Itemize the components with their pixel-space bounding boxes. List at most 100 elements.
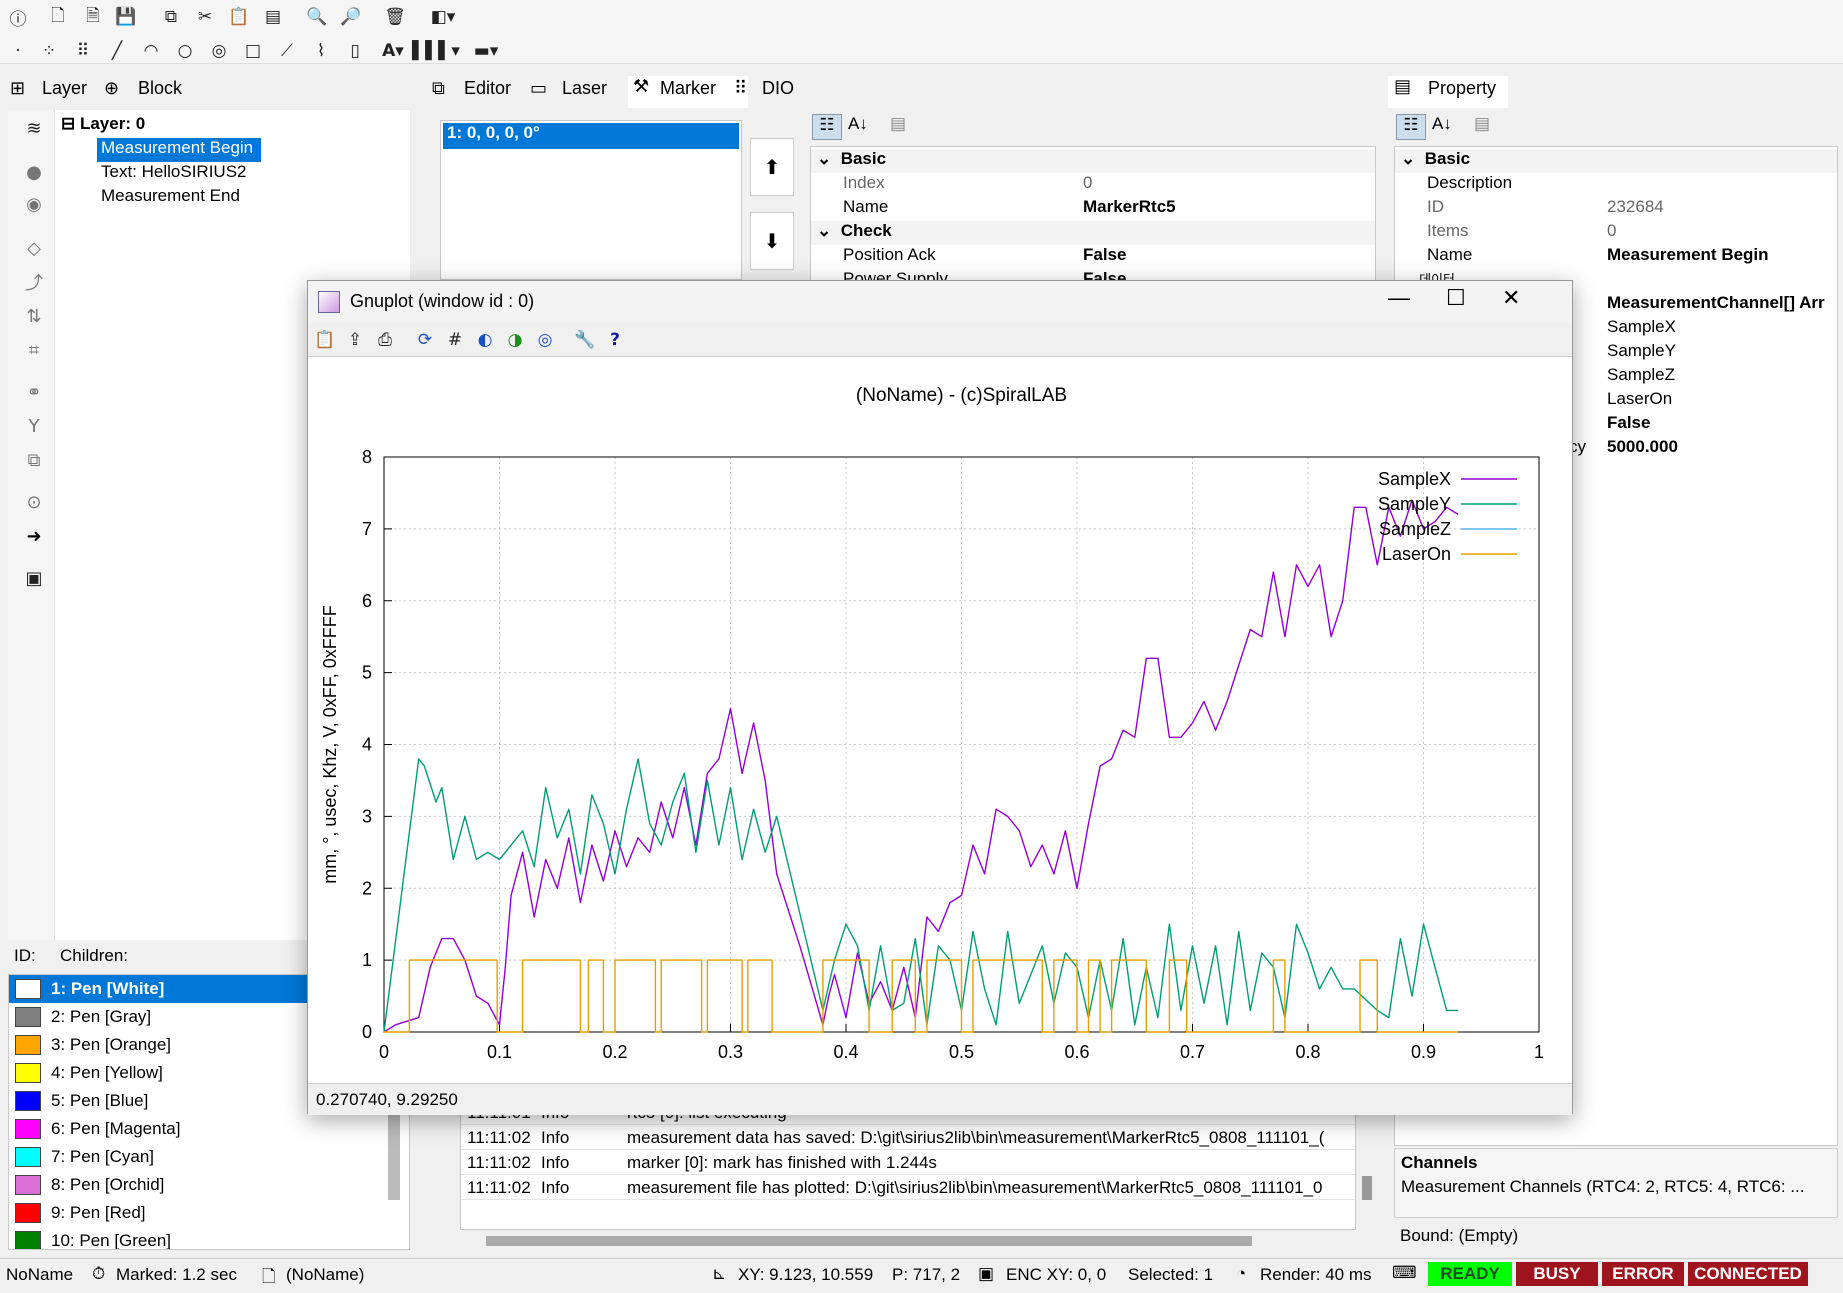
sort-az-icon[interactable]: A↓ bbox=[848, 114, 868, 134]
unzoom-icon[interactable]: ◎ bbox=[532, 327, 558, 353]
section-check[interactable]: ⌄ Check bbox=[811, 221, 1375, 245]
pen-list-scrollbar[interactable] bbox=[388, 1110, 400, 1200]
tab-marker[interactable]: Marker bbox=[660, 78, 716, 99]
collapse-icon[interactable]: ⊟ bbox=[61, 114, 80, 133]
options-icon[interactable]: 🔧 bbox=[572, 327, 598, 353]
log-row[interactable]: 11:11:02 Info measurement file has plotted… bbox=[461, 1176, 1355, 1200]
pen-item[interactable]: 10: Pen [Green] bbox=[9, 1227, 409, 1249]
tree-root[interactable]: ⊟ Layer: 0 bbox=[61, 114, 410, 138]
clipboard-icon[interactable]: ▤ bbox=[260, 4, 286, 30]
move-down-button[interactable]: ⬇ bbox=[750, 212, 794, 270]
minimize-button[interactable]: — bbox=[1388, 285, 1410, 311]
tab-laser[interactable]: Laser bbox=[562, 78, 607, 99]
export-icon[interactable]: ▣ bbox=[22, 566, 46, 590]
tree-item-text[interactable]: Text: HelloSIRIUS2 bbox=[101, 162, 410, 186]
polyline-icon[interactable]: ⟋ bbox=[274, 38, 300, 64]
delete-icon[interactable]: 🗑 bbox=[382, 4, 408, 30]
log-vscroll[interactable] bbox=[1362, 1176, 1372, 1200]
copy-icon[interactable]: ⧉ bbox=[158, 4, 184, 30]
prop-channel-4[interactable]: LaserOn bbox=[1607, 389, 1837, 413]
prop-channel-1[interactable]: SampleX bbox=[1607, 317, 1837, 341]
marker-list-item[interactable]: 1: 0, 0, 0, 0° bbox=[443, 123, 739, 149]
log-row[interactable]: 11:11:02 Info marker [0]: mark has finishe… bbox=[461, 1151, 1355, 1175]
split-icon[interactable]: Y bbox=[22, 414, 46, 438]
clipboard-icon[interactable]: 📋 bbox=[312, 327, 338, 353]
tab-block[interactable]: Block bbox=[138, 78, 182, 99]
control-icon[interactable]: ▬▾ bbox=[466, 38, 506, 64]
layers-icon[interactable]: ≋ bbox=[22, 116, 46, 140]
prop-flag[interactable]: False bbox=[1607, 413, 1837, 437]
pen-item[interactable]: 6: Pen [Magenta] bbox=[9, 1115, 409, 1143]
text-icon[interactable]: A▾ bbox=[376, 38, 410, 64]
categorized-icon[interactable]: ☷ bbox=[1396, 114, 1426, 140]
prop-description[interactable]: Description bbox=[1395, 173, 1837, 197]
section-basic[interactable]: ⌄ Basic bbox=[1395, 149, 1837, 173]
copy-layer-icon[interactable]: ⧉ bbox=[22, 448, 46, 472]
paste-icon[interactable]: 📋 bbox=[226, 4, 252, 30]
align-icon[interactable]: ◧▾ bbox=[425, 4, 461, 30]
rectangle-icon[interactable]: □ bbox=[240, 38, 266, 64]
zoom-in-icon[interactable]: 🔎 bbox=[338, 4, 364, 30]
move-up-button[interactable]: ⬆ bbox=[750, 138, 794, 196]
spiral-icon[interactable]: ◎ bbox=[206, 38, 232, 64]
line-icon[interactable]: ╱ bbox=[104, 38, 130, 64]
execute-icon[interactable]: ➜ bbox=[22, 524, 46, 548]
path-icon[interactable]: ⤴ bbox=[22, 270, 46, 294]
categorized-icon[interactable]: ☷ bbox=[812, 114, 842, 140]
point-icon[interactable]: · bbox=[5, 38, 31, 64]
new-file-icon[interactable]: 🗋 bbox=[45, 4, 71, 30]
tab-property[interactable]: Property bbox=[1428, 78, 1496, 99]
prop-position-ack[interactable]: Position Ack False bbox=[811, 245, 1375, 269]
prop-name[interactable]: Name Measurement Begin bbox=[1395, 245, 1837, 269]
arc-icon[interactable]: ◠ bbox=[138, 38, 164, 64]
tab-editor[interactable]: Editor bbox=[464, 78, 511, 99]
barcode-icon[interactable]: ▌▌▌▾ bbox=[412, 38, 460, 64]
prop-channel-3[interactable]: SampleZ bbox=[1607, 365, 1837, 389]
property-pages-icon[interactable]: ▤ bbox=[1474, 114, 1490, 134]
tree-item-measurement-begin[interactable]: Measurement Begin bbox=[97, 138, 261, 162]
zoom-next-icon[interactable]: ◑ bbox=[502, 327, 528, 353]
help-icon[interactable]: ? bbox=[602, 327, 628, 353]
pen-item[interactable]: 8: Pen [Orchid] bbox=[9, 1171, 409, 1199]
trepan-icon[interactable]: ⌇ bbox=[308, 38, 334, 64]
replot-icon[interactable]: ⟳ bbox=[412, 327, 438, 353]
maximize-button[interactable]: ☐ bbox=[1446, 285, 1466, 311]
zoom-out-icon[interactable]: 🔍 bbox=[304, 4, 330, 30]
prop-channels-value[interactable]: MeasurementChannel[] Arr bbox=[1607, 293, 1837, 317]
fit-icon[interactable]: ⌗ bbox=[22, 338, 46, 362]
tab-layer[interactable]: Layer bbox=[42, 78, 87, 99]
pen-item[interactable]: 9: Pen [Red] bbox=[9, 1199, 409, 1227]
grid-icon[interactable]: # bbox=[442, 327, 468, 353]
group-icon[interactable]: ⚭ bbox=[22, 380, 46, 404]
prop-index[interactable]: Index 0 bbox=[811, 173, 1375, 197]
pen-icon[interactable]: ● bbox=[22, 160, 46, 184]
zoom-prev-icon[interactable]: ◐ bbox=[472, 327, 498, 353]
prop-id[interactable]: ID 232684 bbox=[1395, 197, 1837, 221]
3d-icon[interactable]: ◉ bbox=[22, 192, 46, 216]
pen-item[interactable]: 7: Pen [Cyan] bbox=[9, 1143, 409, 1171]
raster-icon[interactable]: ⠿ bbox=[70, 38, 96, 64]
prop-items[interactable]: Items 0 bbox=[1395, 221, 1837, 245]
points-icon[interactable]: ⁘ bbox=[36, 38, 62, 64]
info-icon[interactable]: ⓘ bbox=[5, 4, 31, 30]
sort-icon[interactable]: ⇅ bbox=[22, 304, 46, 328]
property-pages-icon[interactable]: ▤ bbox=[890, 114, 906, 134]
print-icon[interactable]: ⎙ bbox=[372, 327, 398, 353]
save-icon[interactable]: 💾 bbox=[113, 4, 139, 30]
rotate-icon[interactable]: ⊙ bbox=[22, 490, 46, 514]
image-icon[interactable]: ▯ bbox=[342, 38, 368, 64]
open-file-icon[interactable]: 🗎 bbox=[80, 4, 106, 30]
tree-item-measurement-end[interactable]: Measurement End bbox=[101, 186, 410, 210]
sort-az-icon[interactable]: A↓ bbox=[1432, 114, 1452, 134]
prop-channel-2[interactable]: SampleY bbox=[1607, 341, 1837, 365]
close-button[interactable]: ✕ bbox=[1502, 285, 1520, 311]
section-basic[interactable]: ⌄ Basic bbox=[811, 149, 1375, 173]
log-row[interactable]: 11:11:02 Info measurement data has saved: … bbox=[461, 1126, 1355, 1150]
log-hscroll[interactable] bbox=[486, 1236, 1252, 1246]
prop-frequency[interactable]: 5000.000 bbox=[1607, 437, 1837, 461]
prop-name[interactable]: Name MarkerRtc5 bbox=[811, 197, 1375, 221]
fill-icon[interactable]: ◇ bbox=[22, 236, 46, 260]
cut-icon[interactable]: ✂ bbox=[192, 4, 218, 30]
circle-icon[interactable]: ○ bbox=[172, 38, 198, 64]
export-icon[interactable]: ⇪ bbox=[342, 327, 368, 353]
